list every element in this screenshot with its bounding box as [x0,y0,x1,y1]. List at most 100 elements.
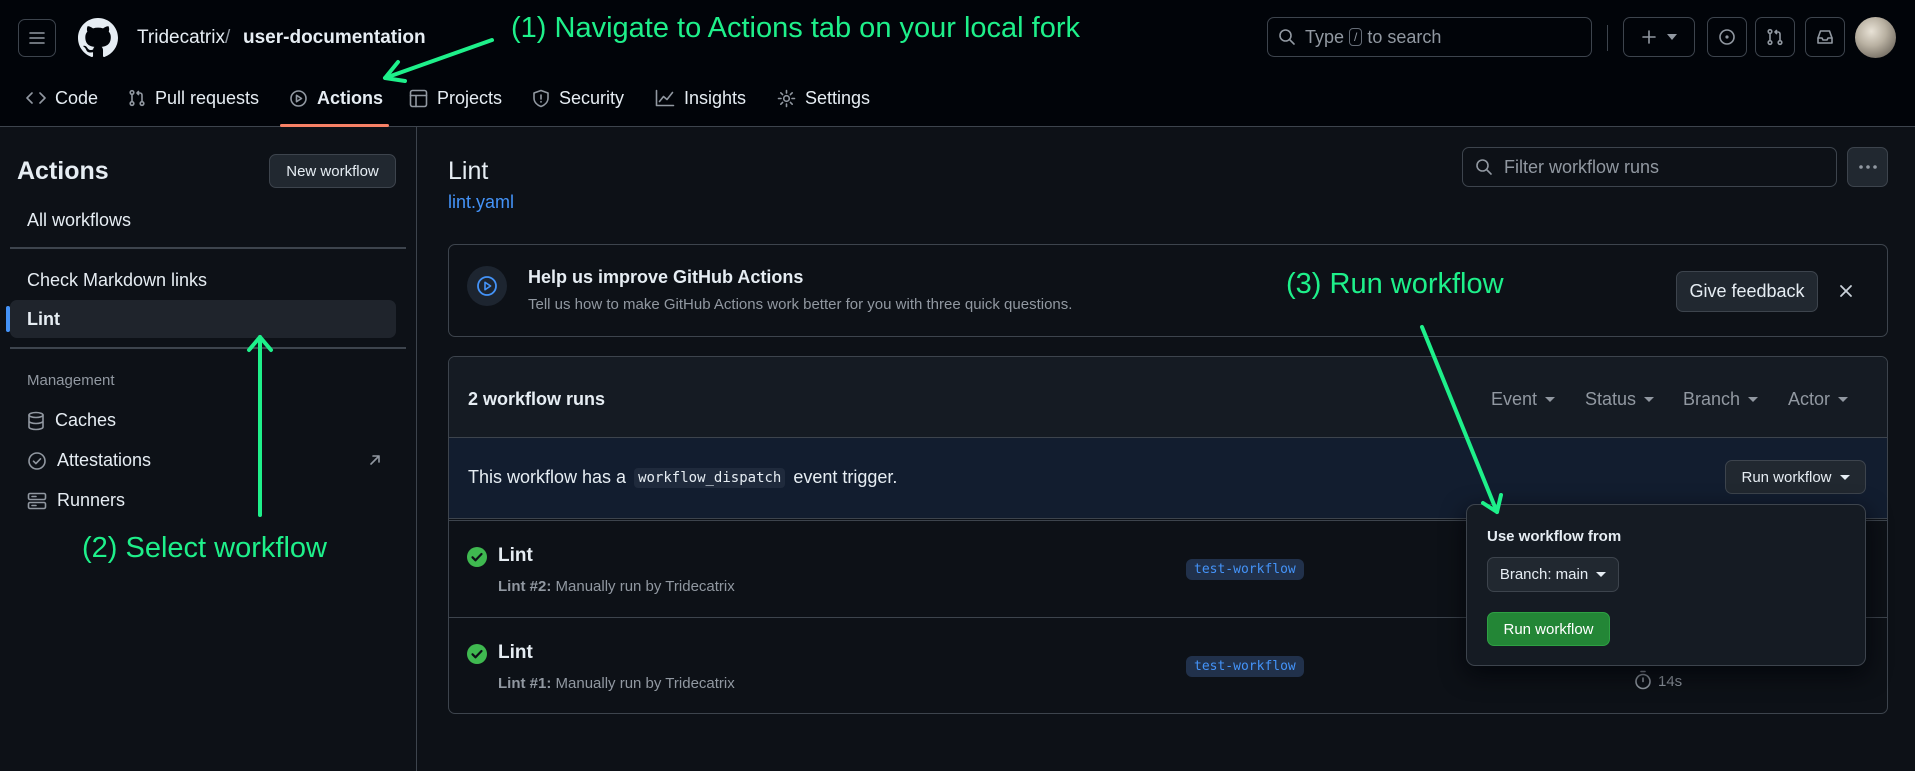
chevron-down-icon [1839,474,1850,480]
run-trigger: Manually run by Tridecatrix [555,578,735,595]
sidebar-item-label: Lint [27,309,60,329]
kebab-horizontal-icon [1858,165,1877,169]
branch-filter[interactable]: Branch [1683,389,1759,410]
tab-label: Settings [805,87,871,108]
tab-insights[interactable]: Insights [655,80,746,116]
banner-subtitle: Tell us how to make GitHub Actions work … [528,296,1073,313]
sidebar-item-attestations[interactable]: Attestations [27,450,151,471]
hamburger-icon [29,32,45,44]
event-filter[interactable]: Event [1491,389,1556,410]
branch-select-button[interactable]: Branch: main [1487,557,1619,592]
banner-icon-circle [467,266,507,306]
give-feedback-button[interactable]: Give feedback [1676,271,1818,312]
button-label: Run workflow [1741,468,1832,486]
workflow-file-link[interactable]: lint.yaml [448,192,514,213]
workflow-title: Lint [448,157,489,185]
branch-badge[interactable]: test-workflow [1186,559,1304,580]
shield-icon [533,89,549,107]
dispatch-message: This workflow has a workflow_dispatch ev… [468,467,897,488]
sidebar-item-label: Runners [57,490,126,510]
inbox-button[interactable] [1805,17,1845,57]
annotation-step-1: (1) Navigate to Actions tab on your loca… [511,12,1081,44]
selected-indicator [6,306,10,332]
actor-filter[interactable]: Actor [1788,389,1849,410]
chevron-down-icon [1667,34,1677,40]
verified-icon [28,451,46,470]
tab-label: Projects [437,87,503,108]
sidebar-divider [10,247,406,249]
repo-owner-link[interactable]: Tridecatrix [137,27,225,49]
more-options-button[interactable] [1847,147,1888,187]
pull-request-icon [129,89,145,107]
avatar[interactable] [1855,17,1896,58]
search-input[interactable]: Type / to search [1267,17,1592,57]
gear-icon [777,89,796,107]
create-new-button[interactable] [1623,17,1695,57]
check-circle-fill-icon [467,644,487,664]
tab-settings[interactable]: Settings [777,80,870,116]
plus-icon [1642,30,1656,44]
tab-code[interactable]: Code [26,80,98,116]
dispatch-code: workflow_dispatch [634,467,786,488]
tab-label: Pull requests [155,87,260,108]
dropdown-label: Use workflow from [1487,528,1622,545]
run-name[interactable]: Lint [498,545,533,567]
banner-title: Help us improve GitHub Actions [528,267,804,287]
search-placeholder-prefix: Type [1305,26,1345,47]
tab-projects[interactable]: Projects [409,80,502,116]
search-icon [1279,29,1295,45]
graph-icon [655,89,675,107]
close-icon[interactable] [1838,283,1854,299]
git-pull-request-icon [1767,28,1783,46]
run-workflow-dropdown: Use workflow from Branch: main Run workf… [1466,504,1866,666]
search-placeholder-suffix: to search [1367,26,1442,47]
sidebar-item-label: Attestations [57,450,152,470]
sidebar-item-check-markdown-links[interactable]: Check Markdown links [27,270,207,291]
filter-label: Actor [1788,389,1831,409]
github-logo-icon[interactable] [78,18,118,58]
filter-placeholder: Filter workflow runs [1504,156,1660,177]
issue-opened-icon [1719,29,1735,45]
run-number: Lint #1: [498,675,552,692]
branch-badge[interactable]: test-workflow [1186,656,1304,677]
feedback-banner: Help us improve GitHub Actions Tell us h… [448,244,1888,337]
repo-name-link[interactable]: user-documentation [243,27,426,49]
pull-requests-button[interactable] [1755,17,1795,57]
new-workflow-button[interactable]: New workflow [269,154,396,188]
actions-sidebar: Actions New workflow All workflows Check… [0,127,417,771]
tab-security[interactable]: Security [532,80,624,116]
dispatch-suffix: event trigger. [793,467,898,487]
annotation-step-2: (2) Select workflow [82,532,327,564]
sidebar-item-label: Caches [55,410,117,430]
button-label: Branch: main [1499,566,1589,583]
stopwatch-icon [1635,670,1651,690]
status-filter[interactable]: Status [1585,389,1655,410]
tab-actions[interactable]: Actions [289,80,383,116]
tab-pull-requests[interactable]: Pull requests [128,80,259,116]
filter-workflow-runs-input[interactable]: Filter workflow runs [1462,147,1837,187]
chevron-down-icon [1596,572,1607,577]
sidebar-item-all-workflows[interactable]: All workflows [27,210,131,231]
menu-button[interactable] [18,19,56,57]
run-trigger: Manually run by Tridecatrix [555,675,735,692]
issues-button[interactable] [1707,17,1747,57]
sidebar-item-lint-selected[interactable]: Lint [6,300,396,338]
inbox-icon [1817,30,1833,44]
sidebar-item-runners[interactable]: Runners [27,490,125,511]
chevron-down-icon [1545,397,1556,402]
runs-count: 2 workflow runs [468,389,606,409]
management-heading: Management [27,372,115,389]
filter-label: Branch [1683,389,1741,409]
play-icon [290,89,307,107]
run-workflow-dropdown-button[interactable]: Run workflow [1725,460,1866,494]
dispatch-prefix: This workflow has a [468,467,627,487]
chevron-down-icon [1748,397,1759,402]
run-name[interactable]: Lint [498,642,533,664]
run-workflow-submit-button[interactable]: Run workflow [1487,612,1610,646]
server-icon [27,492,47,509]
filter-label: Status [1585,389,1637,409]
tab-label: Insights [684,87,747,108]
search-icon [1476,159,1492,175]
sidebar-item-caches[interactable]: Caches [27,410,116,431]
runs-panel-header-bg [449,357,1887,437]
